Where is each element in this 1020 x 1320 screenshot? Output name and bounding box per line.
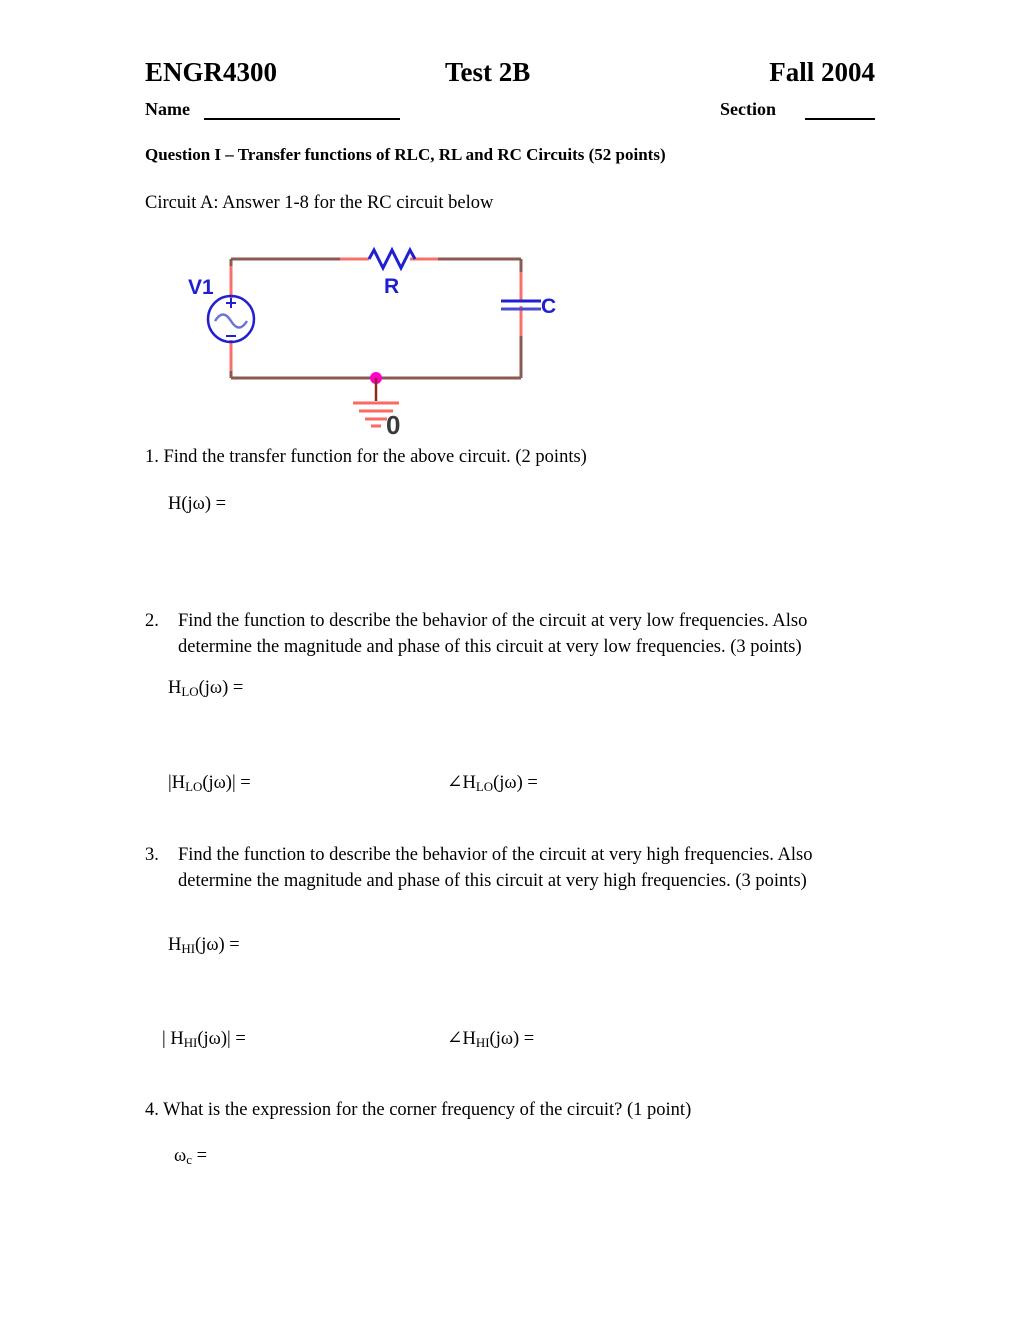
answer-line-omega-c: ωc = bbox=[174, 1146, 207, 1167]
exam-page: ENGR4300 Test 2B Fall 2004 Name Section … bbox=[0, 0, 1020, 1320]
course-code: ENGR4300 bbox=[145, 57, 278, 87]
section-label: Section bbox=[720, 99, 776, 119]
question-4-text: 4. What is the expression for the corner… bbox=[145, 1100, 692, 1120]
answer-line-h-hi: HHI(jω) = bbox=[168, 935, 240, 956]
document-header: ENGR4300 Test 2B Fall 2004 bbox=[145, 56, 875, 90]
question-i-heading: Question I – Transfer functions of RLC, … bbox=[145, 145, 666, 164]
name-blank-rule bbox=[204, 118, 400, 120]
question-3-number: 3. bbox=[145, 845, 159, 865]
answer-line-h: H(jω) = bbox=[168, 494, 227, 514]
name-label: Name bbox=[145, 99, 190, 119]
answer-line-h-hi-phase: ∠HHI(jω) = bbox=[447, 1029, 535, 1050]
term-label: Fall 2004 bbox=[769, 57, 875, 87]
question-2-number: 2. bbox=[145, 611, 159, 631]
question-2-text: Find the function to describe the behavi… bbox=[178, 611, 808, 657]
circuit-caption: Circuit A: Answer 1-8 for the RC circuit… bbox=[145, 193, 494, 213]
capacitor-label: C bbox=[541, 295, 556, 318]
ground-label: 0 bbox=[386, 410, 400, 440]
test-title: Test 2B bbox=[445, 57, 531, 87]
question-1-text: 1. Find the transfer function for the ab… bbox=[145, 447, 587, 467]
question-3-text: Find the function to describe the behavi… bbox=[178, 845, 813, 891]
answer-line-h-hi-magnitude: | HHI(jω)| = bbox=[162, 1029, 246, 1050]
resistor-label: R bbox=[384, 275, 399, 298]
answer-line-h-lo-magnitude: |HLO(jω)| = bbox=[168, 773, 251, 794]
source-label: V1 bbox=[188, 276, 214, 299]
answer-line-h-lo-phase: ∠HLO(jω) = bbox=[447, 773, 538, 794]
answer-line-h-lo: HLO(jω) = bbox=[168, 678, 244, 699]
rc-circuit-diagram: V1 R C 0 bbox=[160, 228, 600, 440]
name-section-row: Name Section bbox=[145, 99, 875, 123]
section-blank-rule bbox=[805, 118, 875, 120]
